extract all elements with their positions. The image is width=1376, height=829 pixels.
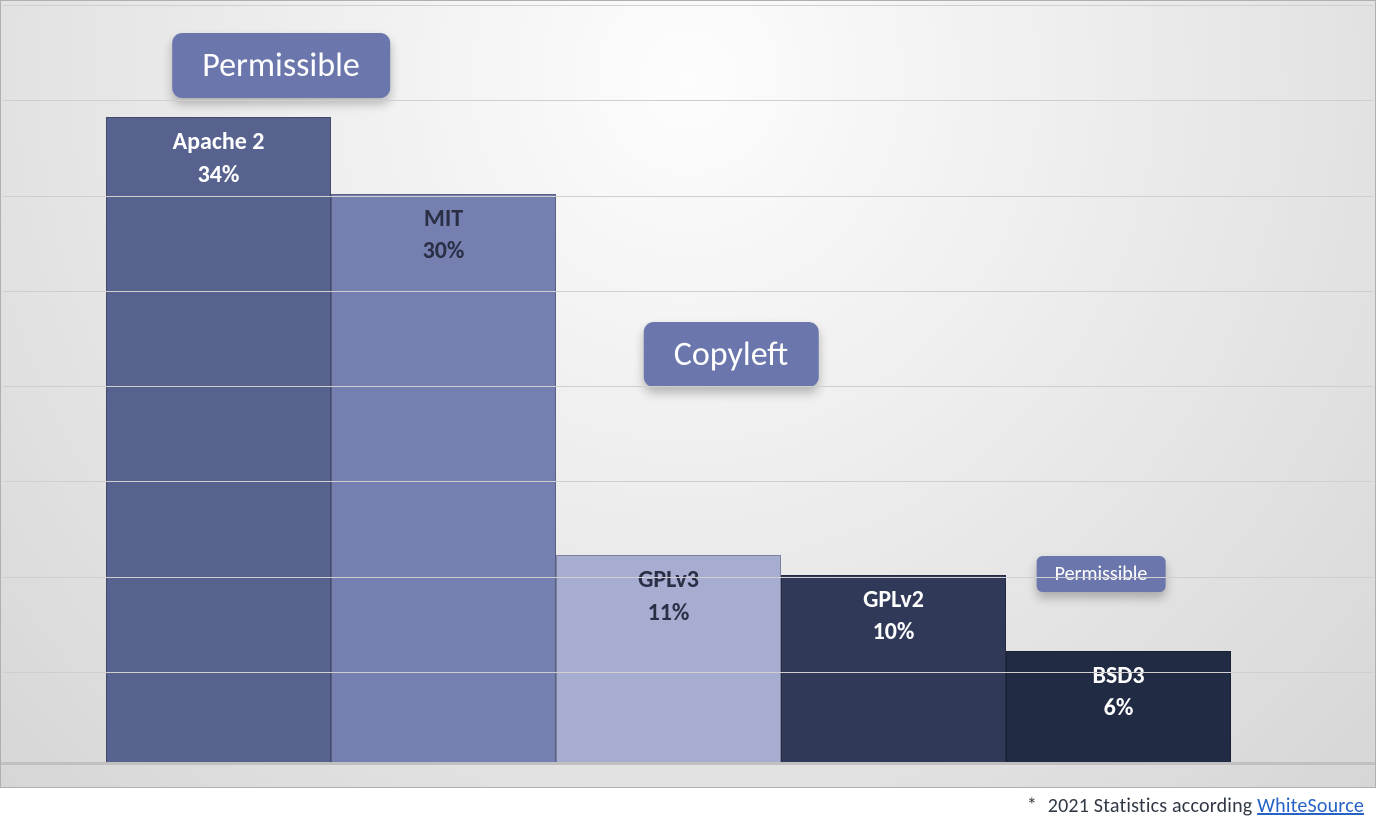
- bar-label-name: GPLv3: [557, 564, 780, 596]
- bar-label: Apache 234%: [107, 126, 330, 191]
- bar-label-name: MIT: [332, 203, 555, 235]
- badge-copyleft: Copyleft: [644, 322, 819, 387]
- bar-label: MIT30%: [332, 203, 555, 268]
- gridline: [3, 291, 1373, 292]
- bar-mit: MIT30%: [331, 194, 556, 766]
- bar-label-name: BSD3: [1007, 660, 1230, 692]
- gridline: [3, 100, 1373, 101]
- bar-label-percent: 10%: [782, 616, 1005, 648]
- bar-label: GPLv210%: [782, 584, 1005, 649]
- footnote: * 2021 Statistics according WhiteSource: [1027, 794, 1364, 818]
- chart-container: Apache 234%MIT30%GPLv311%GPLv210%BSD36% …: [0, 0, 1376, 788]
- bar-label-name: Apache 2: [107, 126, 330, 158]
- footnote-star: *: [1027, 794, 1037, 818]
- badge-permissible-small: Permissible: [1037, 556, 1166, 592]
- x-axis-baseline: [1, 762, 1375, 765]
- bar-label-percent: 11%: [557, 597, 780, 629]
- bar-label-name: GPLv2: [782, 584, 1005, 616]
- bar-label: BSD36%: [1007, 660, 1230, 725]
- bar-label-percent: 34%: [107, 159, 330, 191]
- bar-label-percent: 6%: [1007, 692, 1230, 724]
- bar-label: GPLv311%: [557, 564, 780, 629]
- gridline: [3, 196, 1373, 197]
- badge-permissible-top: Permissible: [172, 33, 390, 98]
- footnote-text: 2021 Statistics according: [1048, 794, 1257, 818]
- gridline: [3, 481, 1373, 482]
- gridline: [3, 386, 1373, 387]
- gridline: [3, 672, 1373, 673]
- bar-gplv2: GPLv210%: [781, 575, 1006, 766]
- gridline: [3, 577, 1373, 578]
- bar-apache-2: Apache 234%: [106, 117, 331, 765]
- bar-bsd3: BSD36%: [1006, 651, 1231, 765]
- footnote-link[interactable]: WhiteSource: [1257, 794, 1364, 818]
- bar-gplv3: GPLv311%: [556, 555, 781, 765]
- bars-group: Apache 234%MIT30% GPLv311%GPLv210%BSD36%: [106, 117, 1231, 765]
- bar-label-percent: 30%: [332, 235, 555, 267]
- gridline: [3, 5, 1373, 6]
